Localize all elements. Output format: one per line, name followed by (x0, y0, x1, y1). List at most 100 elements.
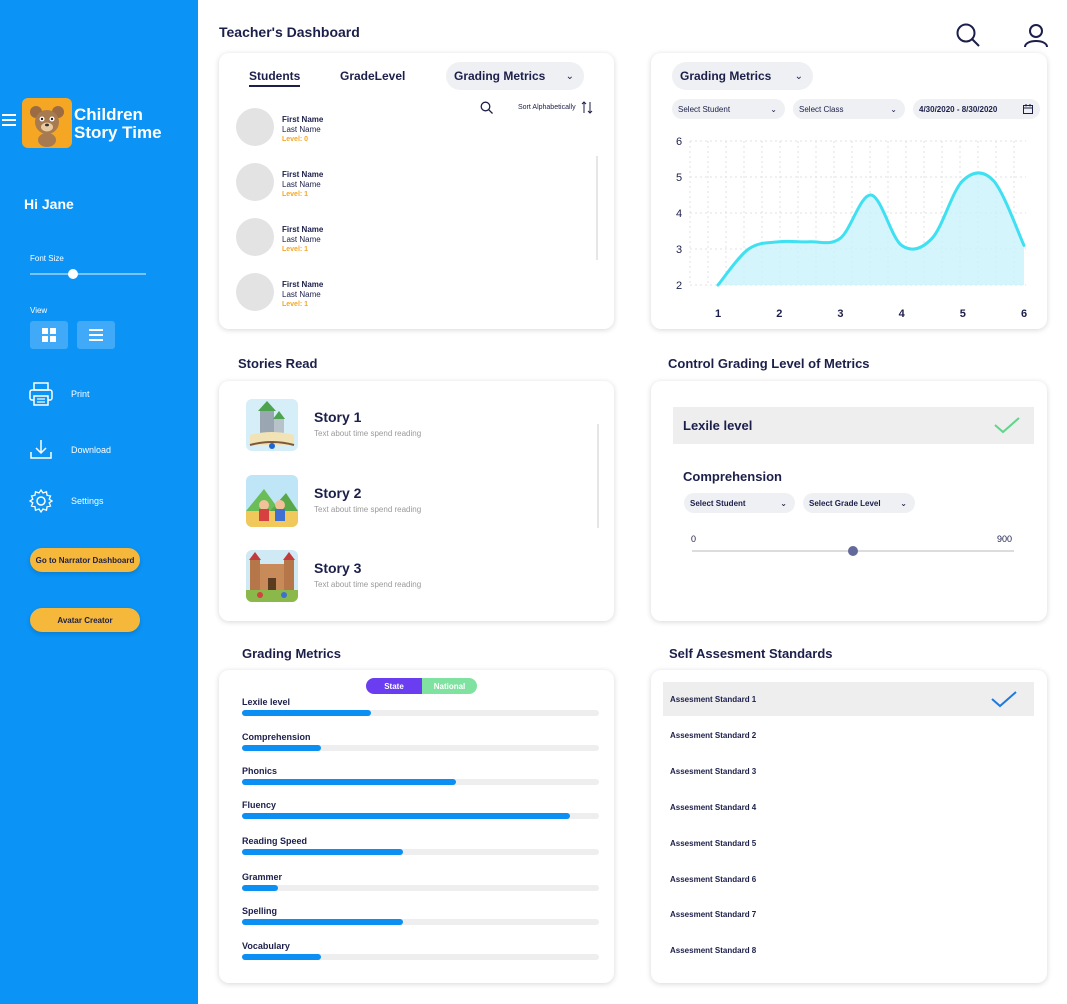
assessment-standard-row[interactable]: Assesment Standard 3 (663, 754, 1034, 788)
stories-scrollbar[interactable] (597, 424, 599, 528)
assessment-standard-label: Assesment Standard 3 (670, 766, 757, 776)
metric-label: Reading Speed (242, 836, 308, 846)
select-student-dropdown[interactable]: Select Student ⌄ (684, 493, 795, 513)
chart-grading-metrics-dropdown[interactable]: Grading Metrics ⌄ (672, 62, 813, 90)
metric-bar-fill (242, 849, 403, 855)
select-grade-level-dropdown[interactable]: Select Grade Level ⌄ (803, 493, 915, 513)
story-description: Text about time spend reading (314, 580, 422, 589)
grading-metrics-title: Grading Metrics (242, 646, 341, 661)
chart-area-fill (718, 172, 1024, 285)
metric-label: Phonics (242, 766, 278, 776)
range-max-label: 900 (997, 534, 1013, 544)
download-button[interactable]: Download (28, 437, 111, 463)
settings-label: Settings (71, 496, 104, 506)
user-profile-icon[interactable] (1023, 22, 1049, 48)
student-first-name: First Name (282, 115, 324, 124)
self-assessment-title: Self Assesment Standards (669, 646, 833, 661)
y-tick-label: 5 (676, 172, 682, 184)
grid-icon (42, 328, 56, 342)
comprehension-label: Comprehension (683, 469, 782, 484)
assessment-standard-label: Assesment Standard 4 (670, 802, 757, 812)
avatar-creator-button[interactable]: Avatar Creator (30, 608, 140, 632)
x-tick-label: 4 (899, 308, 906, 320)
assessment-standard-row[interactable]: Assesment Standard 4 (663, 790, 1034, 824)
brand-line-2: Story Time (74, 123, 162, 142)
greeting: Hi Jane (24, 196, 74, 212)
metric-bar-track (242, 710, 599, 716)
font-size-label: Font Size (30, 254, 64, 263)
assessment-standard-row[interactable]: Assesment Standard 8 (663, 933, 1034, 967)
national-toggle-button[interactable]: National (422, 678, 477, 694)
student-search-icon[interactable] (480, 101, 493, 114)
chart-select-class-dropdown[interactable]: Select Class ⌄ (793, 99, 905, 119)
assessment-standard-row[interactable]: Assesment Standard 1 (663, 682, 1034, 716)
settings-button[interactable]: Settings (28, 488, 104, 514)
metric-bar-fill (242, 885, 278, 891)
list-icon (89, 329, 103, 341)
assessment-standard-label: Assesment Standard 6 (670, 874, 757, 884)
avatar (236, 108, 274, 146)
grid-view-button[interactable] (30, 321, 68, 349)
narrator-dashboard-button[interactable]: Go to Narrator Dashboard (30, 548, 140, 572)
metric-bar-fill (242, 779, 456, 785)
metric-bar-track (242, 813, 599, 819)
checkmark-icon (994, 417, 1020, 434)
font-size-slider-handle[interactable] (68, 269, 78, 279)
students-card (219, 53, 614, 329)
story-description: Text about time spend reading (314, 429, 422, 438)
print-button[interactable]: Print (28, 381, 90, 407)
chevron-down-icon: ⌄ (794, 70, 803, 82)
brand-name: Children Story Time (74, 106, 162, 142)
lexile-level-row[interactable]: Lexile level (673, 407, 1034, 444)
view-label: View (30, 306, 48, 315)
print-label: Print (71, 389, 90, 399)
sort-icon[interactable] (581, 101, 593, 114)
sort-alphabetically-button[interactable]: Sort Alphabetically (518, 104, 576, 111)
grading-metrics-dropdown[interactable]: Grading Metrics ⌄ (446, 62, 584, 90)
students-scrollbar[interactable] (596, 156, 598, 260)
story-title: Story 1 (314, 409, 362, 425)
tab-students[interactable]: Students (249, 69, 301, 87)
assessment-standard-label: Assesment Standard 2 (670, 730, 757, 740)
x-tick-label: 5 (960, 308, 966, 320)
tab-gradelevel[interactable]: GradeLevel (340, 69, 405, 83)
date-range-picker[interactable]: 4/30/2020 - 8/30/2020 (913, 99, 1040, 119)
checkmark-icon (991, 691, 1017, 708)
assessment-standard-row[interactable]: Assesment Standard 6 (663, 862, 1034, 896)
menu-icon[interactable] (2, 114, 16, 128)
search-icon[interactable] (955, 22, 981, 48)
assessment-standard-row[interactable]: Assesment Standard 2 (663, 718, 1034, 752)
story-3-thumbnail (246, 550, 298, 602)
calendar-icon (1023, 104, 1033, 114)
metric-label: Vocabulary (242, 941, 290, 951)
list-view-button[interactable] (77, 321, 115, 349)
assessment-standard-row[interactable]: Assesment Standard 5 (663, 826, 1034, 860)
assessment-standard-row[interactable]: Assesment Standard 7 (663, 897, 1034, 931)
student-first-name: First Name (282, 170, 324, 179)
grading-metrics-dropdown-label: Grading Metrics (454, 69, 546, 83)
font-size-slider-track[interactable] (30, 273, 146, 275)
gear-icon (28, 488, 54, 514)
state-toggle-button[interactable]: State (366, 678, 422, 694)
assessment-standard-label: Assesment Standard 7 (670, 910, 757, 920)
download-icon (30, 440, 52, 459)
assessment-standard-label: Assesment Standard 5 (670, 838, 757, 848)
story-description: Text about time spend reading (314, 505, 422, 514)
y-tick-label: 2 (676, 280, 682, 292)
metric-label: Spelling (242, 906, 278, 916)
grading-metrics-card (219, 670, 614, 983)
chart-select-student-dropdown[interactable]: Select Student ⌄ (672, 99, 785, 119)
x-tick-label: 6 (1021, 308, 1027, 320)
student-level: Level: 1 (282, 246, 309, 253)
story-title: Story 3 (314, 560, 362, 576)
chevron-down-icon: ⌄ (770, 104, 777, 114)
printer-icon (29, 382, 53, 406)
student-last-name: Last Name (282, 235, 321, 244)
range-slider-handle[interactable] (848, 546, 858, 556)
lexile-level-label: Lexile level (683, 418, 753, 433)
x-tick-label: 2 (776, 308, 782, 320)
student-level: Level: 1 (282, 301, 309, 308)
story-title: Story 2 (314, 485, 362, 501)
select-student-label: Select Student (690, 498, 746, 508)
avatar (236, 218, 274, 256)
